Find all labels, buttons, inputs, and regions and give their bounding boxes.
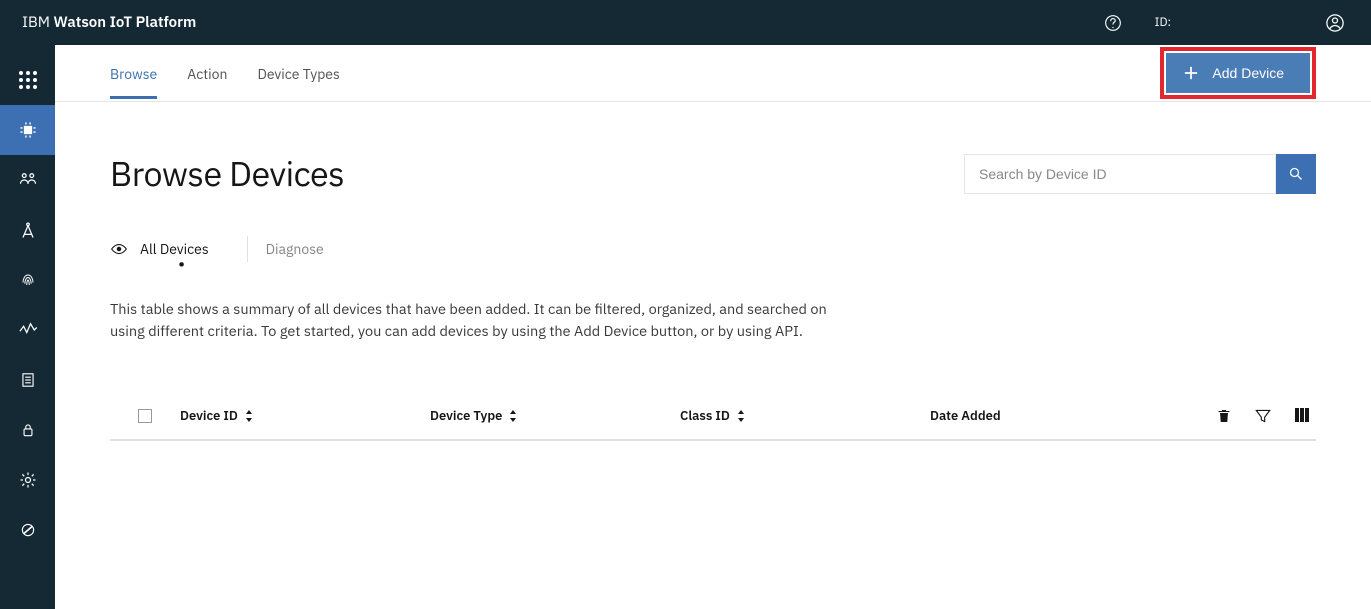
org-id-label: ID:	[1155, 15, 1171, 30]
search-wrap	[964, 154, 1316, 194]
divider	[247, 236, 248, 262]
tab-browse[interactable]: Browse	[110, 47, 157, 99]
add-device-label: Add Device	[1212, 65, 1284, 81]
subtab-all-devices-label: All Devices	[140, 240, 209, 258]
search-input[interactable]	[964, 154, 1276, 194]
th-device-id-label: Device ID	[180, 407, 238, 424]
sort-icon	[736, 410, 746, 422]
brand: IBM Watson IoT Platform	[22, 13, 196, 32]
th-class-id-label: Class ID	[680, 407, 730, 424]
nav-rules-icon[interactable]	[0, 355, 55, 405]
checkbox-icon	[138, 409, 152, 423]
columns-icon[interactable]	[1294, 407, 1310, 425]
side-nav	[0, 45, 55, 609]
th-date-added-label: Date Added	[930, 407, 1001, 424]
sort-icon	[508, 410, 518, 422]
add-device-button[interactable]: Add Device	[1166, 53, 1310, 93]
nav-usage-icon[interactable]	[0, 305, 55, 355]
subtab-diagnose-label: Diagnose	[266, 240, 324, 258]
tabs-row: Browse Action Device Types Add Device	[55, 45, 1371, 102]
nav-members-icon[interactable]	[0, 155, 55, 205]
page-description: This table shows a summary of all device…	[110, 298, 830, 343]
table-header-row: Device ID Device Type Class ID Date Adde…	[110, 391, 1316, 441]
brand-prefix: IBM	[22, 13, 54, 32]
search-button[interactable]	[1276, 154, 1316, 194]
filter-icon[interactable]	[1254, 407, 1272, 425]
sort-icon	[244, 410, 254, 422]
th-date-added[interactable]: Date Added	[930, 407, 1130, 424]
delete-icon[interactable]	[1216, 407, 1232, 425]
subtabs: All Devices • Diagnose	[110, 236, 1316, 262]
brand-name: Watson IoT Platform	[54, 13, 197, 32]
th-select-all[interactable]	[110, 409, 180, 423]
top-bar: IBM Watson IoT Platform ID:	[0, 0, 1371, 45]
nav-security-icon[interactable]	[0, 405, 55, 455]
subtab-all-devices[interactable]: All Devices	[110, 240, 227, 258]
th-class-id[interactable]: Class ID	[680, 407, 930, 424]
search-icon	[1288, 166, 1304, 182]
subtab-diagnose[interactable]: Diagnose	[266, 240, 342, 258]
main-content: Browse Action Device Types Add Device Br…	[55, 45, 1371, 609]
nav-architect-icon[interactable]	[0, 205, 55, 255]
nav-settings-icon[interactable]	[0, 455, 55, 505]
add-device-highlight: Add Device	[1160, 47, 1316, 99]
tab-device-types[interactable]: Device Types	[257, 47, 339, 99]
nav-devices-icon[interactable]	[0, 105, 55, 155]
plus-icon	[1184, 66, 1198, 80]
th-device-type-label: Device Type	[430, 407, 502, 424]
nav-apps-icon[interactable]	[0, 55, 55, 105]
eye-icon	[110, 240, 128, 258]
user-avatar-icon[interactable]	[1321, 9, 1349, 37]
tab-action[interactable]: Action	[187, 47, 227, 99]
th-device-id[interactable]: Device ID	[180, 407, 430, 424]
help-icon[interactable]	[1099, 9, 1127, 37]
nav-extensions-icon[interactable]	[0, 505, 55, 555]
th-device-type[interactable]: Device Type	[430, 407, 680, 424]
nav-fingerprint-icon[interactable]	[0, 255, 55, 305]
page-title: Browse Devices	[110, 152, 344, 196]
